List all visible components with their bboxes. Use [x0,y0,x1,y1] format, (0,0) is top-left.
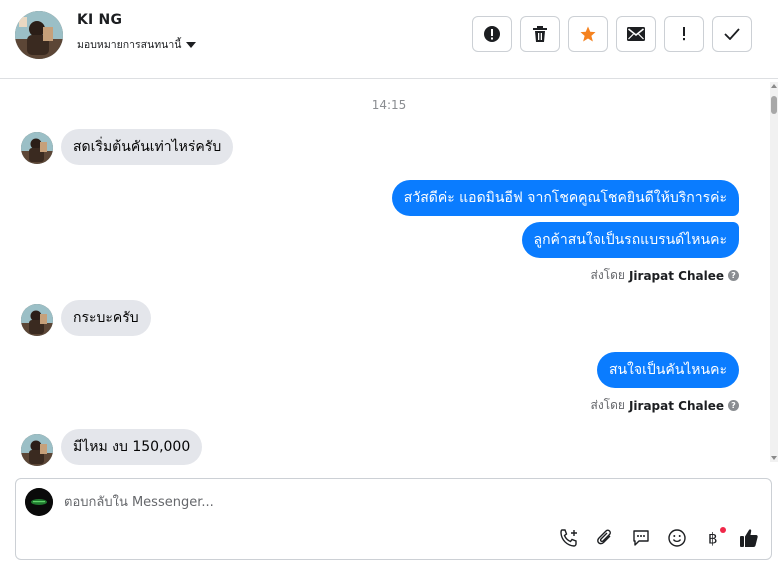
sent-by-name: Jirapat Chalee [628,268,724,283]
sent-by-name: Jirapat Chalee [628,398,724,413]
saved-replies-icon[interactable] [630,527,652,549]
sent-by-label: ส่งโดย Jirapat Chalee ? [590,266,739,285]
outgoing-message: สวัสดีค่ะ แอดมินอีฟ จากโชคคูณโชคยินดีให้… [391,180,739,216]
message-thread[interactable]: 14:15 สดเริ่มต้นคันเท่าไหร่ครับ สวัสดีค่… [0,80,778,467]
contact-avatar[interactable] [15,11,63,59]
reply-input[interactable] [64,491,624,513]
scroll-down-arrow[interactable] [771,456,777,460]
star-button[interactable] [568,16,608,52]
scroll-thumb[interactable] [771,96,777,114]
trash-icon [533,26,547,42]
delete-button[interactable] [520,16,560,52]
outgoing-message: สนใจเป็นคันไหนคะ [596,352,739,388]
emoji-icon[interactable] [666,527,688,549]
sent-by-prefix: ส่งโดย [590,398,625,412]
attachment-icon[interactable] [594,527,616,549]
exclamation-icon [683,27,685,41]
incoming-message: สดเริ่มต้นคันเท่าไหร่ครับ [61,129,234,165]
thread-scrollbar[interactable] [770,82,778,462]
scroll-up-arrow[interactable] [771,84,777,88]
contact-name: KI NG [77,12,123,28]
mark-unread-button[interactable] [616,16,656,52]
follow-up-button[interactable] [664,16,704,52]
done-button[interactable] [712,16,752,52]
exclamation-circle-icon [484,26,500,42]
assign-conversation-dropdown[interactable]: มอบหมายการสนทนานี้ [77,36,197,53]
contact-avatar-small[interactable] [21,304,53,336]
svg-text:฿: ฿ [708,530,718,548]
payment-baht-icon[interactable]: ฿ [702,527,726,549]
incoming-message: มีไหม งบ 150,000 [61,429,203,465]
spam-button[interactable] [472,16,512,52]
envelope-icon [627,27,645,41]
page-avatar [25,488,53,516]
message-composer: ฿ [15,478,772,560]
star-icon [580,26,596,42]
caret-down-icon [186,41,197,48]
check-icon [724,28,740,40]
help-icon[interactable]: ? [728,270,739,281]
call-add-icon[interactable] [558,527,580,549]
outgoing-message: ลูกค้าสนใจเป็นรถแบรนด์ไหนคะ [521,222,739,258]
help-icon[interactable]: ? [728,400,739,411]
assign-conversation-label: มอบหมายการสนทนานี้ [77,39,182,51]
conversation-header: KI NG มอบหมายการสนทนานี้ [0,0,778,79]
message-timestamp: 14:15 [371,98,407,112]
notification-dot [720,527,726,533]
thumbs-up-icon[interactable] [738,527,760,549]
contact-avatar-small[interactable] [21,132,53,164]
incoming-message: กระบะครับ [61,300,151,336]
sent-by-label: ส่งโดย Jirapat Chalee ? [590,396,739,415]
contact-avatar-small[interactable] [21,434,53,466]
sent-by-prefix: ส่งโดย [590,268,625,282]
